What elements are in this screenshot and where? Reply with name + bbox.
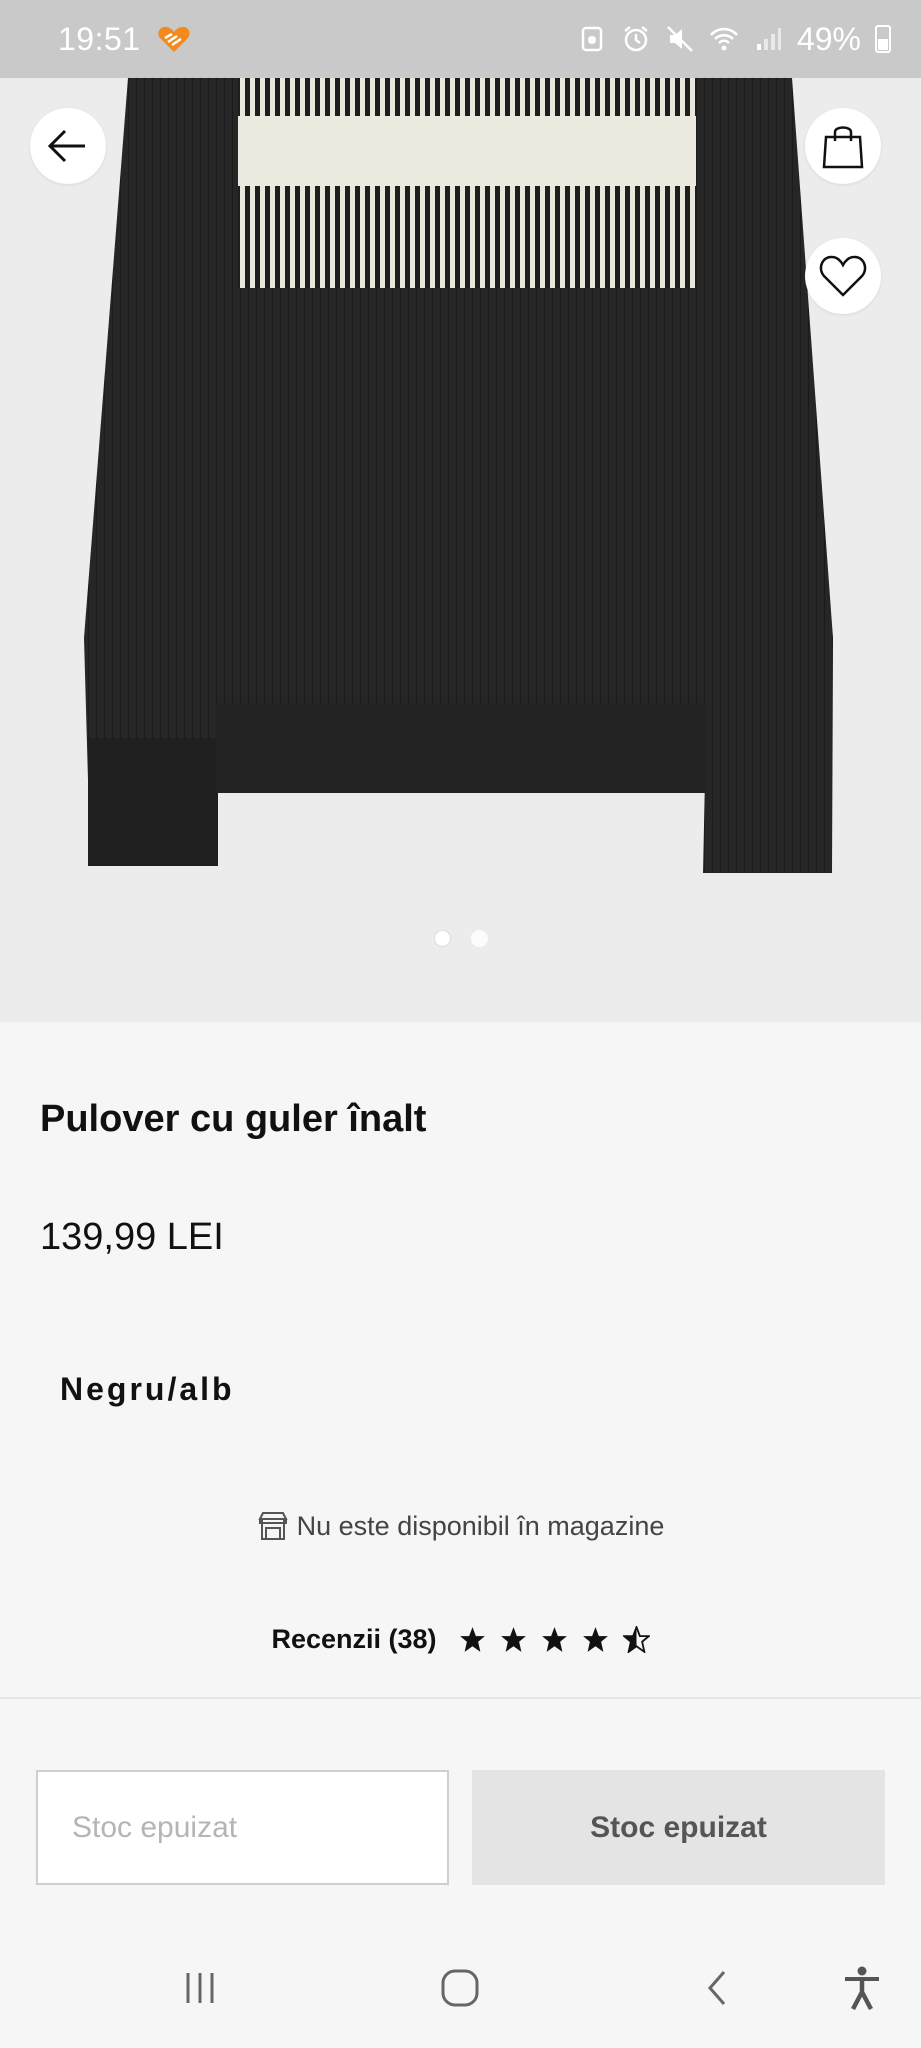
shopping-bag-button[interactable] — [805, 108, 881, 184]
back-arrow-icon — [47, 129, 85, 163]
back-button[interactable] — [30, 108, 106, 184]
product-image-carousel[interactable] — [0, 78, 921, 1022]
product-color: Negru/alb — [60, 1371, 235, 1407]
mute-icon — [667, 26, 693, 52]
availability-text: Nu este disponibil în magazine — [296, 1510, 665, 1541]
star-icon — [582, 1627, 608, 1652]
carousel-dot-2[interactable] — [470, 930, 488, 947]
status-bar: 19:51 49% — [0, 0, 921, 78]
product-image — [84, 78, 833, 873]
accessibility-button[interactable] — [832, 1958, 892, 2018]
store-availability[interactable]: Nu este disponibil în magazine — [0, 1510, 921, 1542]
wifi-icon — [710, 27, 738, 51]
carousel-dot-1[interactable] — [433, 930, 451, 947]
add-to-bag-button[interactable]: Stoc epuizat — [472, 1770, 885, 1885]
carousel-dots — [0, 930, 921, 947]
heart-icon — [819, 255, 867, 297]
star-icon — [541, 1627, 567, 1652]
app-heart-badge-icon — [157, 26, 190, 52]
accessibility-icon — [845, 1966, 879, 2011]
recent-apps-icon — [186, 1973, 214, 2003]
data-saver-icon — [581, 26, 603, 52]
back-icon — [708, 1971, 726, 2005]
system-navbar — [0, 1930, 921, 2048]
battery-icon — [875, 25, 891, 53]
nav-back-button[interactable] — [688, 1958, 748, 2018]
battery-percent: 49% — [796, 20, 861, 57]
star-icon — [500, 1627, 526, 1652]
half-star-icon — [622, 1626, 650, 1653]
product-title: Pulover cu guler înalt — [40, 1098, 427, 1140]
store-icon — [258, 1512, 288, 1540]
star-icon — [459, 1627, 485, 1652]
home-button[interactable] — [430, 1958, 490, 2018]
rating-stars — [459, 1626, 650, 1653]
reviews-row[interactable]: Recenzii (38) — [0, 1624, 921, 1655]
size-selector[interactable]: Stoc epuizat — [36, 1770, 449, 1885]
home-icon — [441, 1969, 479, 2007]
product-price: 139,99 LEI — [40, 1216, 224, 1258]
status-time: 19:51 — [58, 20, 141, 57]
alarm-icon — [624, 26, 648, 52]
signal-icon — [756, 28, 781, 50]
divider — [0, 1697, 921, 1699]
recent-apps-button[interactable] — [170, 1958, 230, 2018]
reviews-label: Recenzii (38) — [271, 1624, 437, 1654]
shopping-bag-icon — [822, 126, 864, 169]
favorite-button[interactable] — [805, 238, 881, 314]
